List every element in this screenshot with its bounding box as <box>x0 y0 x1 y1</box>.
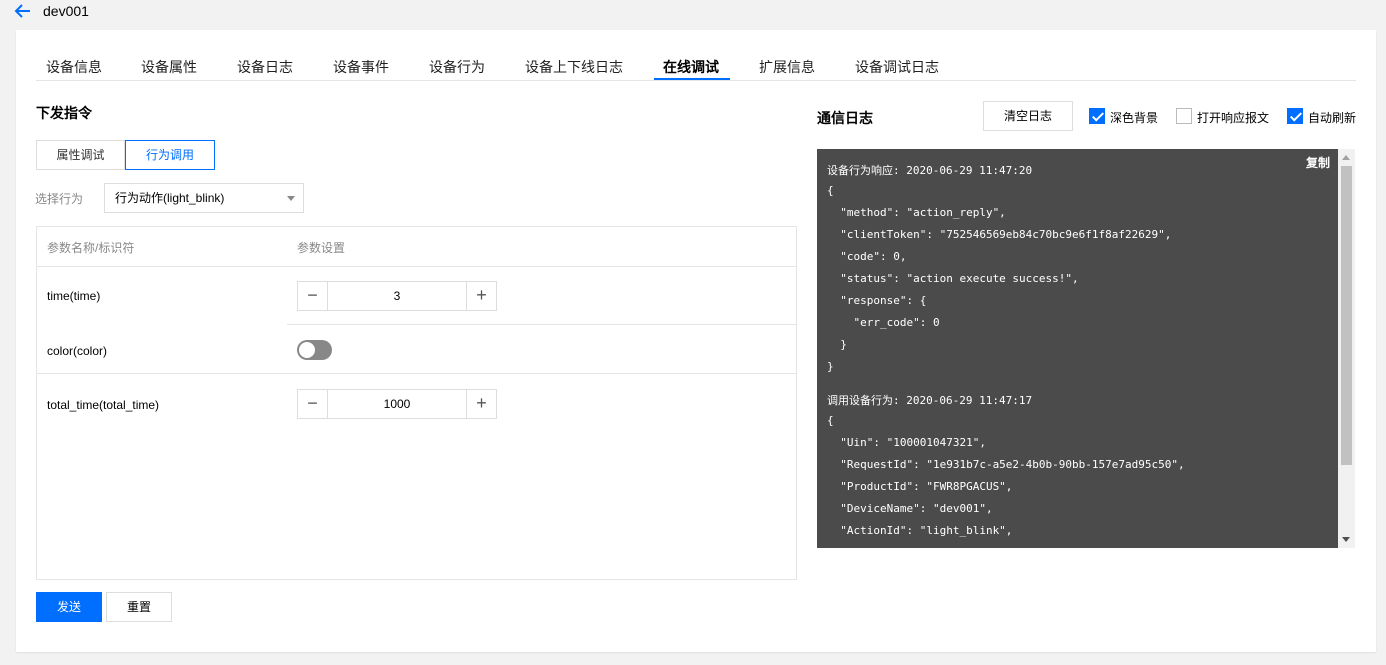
log-line: "status": "action execute success!", <box>827 272 1079 285</box>
log-line: "ProductId": "FWR8PGACUS", <box>827 480 1013 493</box>
auto-refresh-label: 自动刷新 <box>1308 111 1357 125</box>
tab-extended-info[interactable]: 扩展信息 <box>759 57 815 77</box>
log-line: "ActionId": "light_blink", <box>827 524 1013 537</box>
log-line: "DeviceName": "dev001", <box>827 502 993 515</box>
log-line: 设备行为响应: 2020-06-29 11:47:20 <box>827 164 1033 177</box>
decrement-button[interactable]: − <box>298 282 328 310</box>
chevron-down-icon <box>287 196 295 201</box>
increment-button[interactable]: + <box>466 390 496 418</box>
tab-debug-log[interactable]: 设备调试日志 <box>855 57 939 77</box>
total-time-input[interactable] <box>328 390 466 418</box>
tab-online-debug[interactable]: 在线调试 <box>663 57 719 77</box>
tab-device-properties[interactable]: 设备属性 <box>141 57 197 77</box>
param-table: 参数名称/标识符 参数设置 time(time) − + color(color… <box>36 226 797 580</box>
dark-bg-label: 深色背景 <box>1110 111 1159 125</box>
auto-refresh-checkbox[interactable]: 自动刷新 <box>1287 108 1361 125</box>
log-scrollbar[interactable] <box>1338 149 1355 548</box>
clear-log-button[interactable]: 清空日志 <box>983 101 1073 131</box>
divider <box>37 373 796 374</box>
log-line: "err_code": 0 <box>827 316 940 329</box>
action-select-value: 行为动作(light_blink) <box>115 191 225 205</box>
scroll-down-icon[interactable] <box>1342 537 1350 542</box>
param-name-total-time: total_time(total_time) <box>47 398 160 412</box>
tab-bar: 设备信息 设备属性 设备日志 设备事件 设备行为 设备上下线日志 在线调试 扩展… <box>36 50 1356 81</box>
col-header-param-name: 参数名称/标识符 <box>47 241 135 255</box>
checkbox-checked-icon <box>1287 108 1303 124</box>
divider <box>287 324 796 325</box>
log-line: { <box>827 184 834 197</box>
tab-device-logs[interactable]: 设备日志 <box>237 57 293 77</box>
checkbox-unchecked-icon <box>1176 108 1192 124</box>
log-line: "Uin": "100001047321", <box>827 436 986 449</box>
action-select[interactable]: 行为动作(light_blink) <box>104 183 304 213</box>
top-bar: dev001 <box>0 0 1386 26</box>
subtab-action-call[interactable]: 行为调用 <box>125 140 215 170</box>
total-time-stepper: − + <box>297 389 497 419</box>
toggle-knob <box>299 342 315 358</box>
scroll-up-icon[interactable] <box>1342 155 1350 160</box>
show-response-checkbox[interactable]: 打开响应报文 <box>1176 108 1272 125</box>
log-line: "method": "action_reply", <box>827 206 1006 219</box>
divider <box>37 266 796 267</box>
log-line: } <box>827 360 834 373</box>
log-line: { <box>827 414 834 427</box>
decrement-button[interactable]: − <box>298 390 328 418</box>
arrow-left-icon[interactable] <box>14 2 32 20</box>
time-stepper: − + <box>297 281 497 311</box>
col-header-param-setting: 参数设置 <box>297 241 346 255</box>
device-title: dev001 <box>43 3 89 19</box>
tab-device-events[interactable]: 设备事件 <box>333 57 389 77</box>
param-name-time: time(time) <box>47 289 101 303</box>
main-card: 设备信息 设备属性 设备日志 设备事件 设备行为 设备上下线日志 在线调试 扩展… <box>16 30 1376 652</box>
send-button[interactable]: 发送 <box>36 592 102 622</box>
log-line: } <box>827 338 847 351</box>
checkbox-checked-icon <box>1089 108 1105 124</box>
color-toggle[interactable] <box>297 340 332 360</box>
log-line: 调用设备行为: 2020-06-29 11:47:17 <box>827 394 1033 407</box>
increment-button[interactable]: + <box>466 282 496 310</box>
param-name-color: color(color) <box>47 344 108 358</box>
reset-button[interactable]: 重置 <box>106 592 172 622</box>
log-line: "clientToken": "752546569eb84c70bc9e6f1f… <box>827 228 1172 241</box>
log-line: "response": { <box>827 294 927 307</box>
tab-device-actions[interactable]: 设备行为 <box>429 57 485 77</box>
log-section-title: 通信日志 <box>817 110 873 126</box>
log-line: "code": 0, <box>827 250 907 263</box>
log-panel[interactable]: 复制 设备行为响应: 2020-06-29 11:47:20 { "method… <box>817 149 1355 548</box>
tab-online-offline-log[interactable]: 设备上下线日志 <box>525 57 623 77</box>
subtab-property-debug[interactable]: 属性调试 <box>36 140 125 170</box>
dark-bg-checkbox[interactable]: 深色背景 <box>1089 108 1163 125</box>
active-tab-indicator <box>654 78 730 80</box>
command-section-title: 下发指令 <box>36 105 92 121</box>
scrollbar-thumb[interactable] <box>1341 166 1352 465</box>
show-response-label: 打开响应报文 <box>1197 111 1270 125</box>
copy-log-button[interactable]: 复制 <box>1306 154 1330 171</box>
tab-device-info[interactable]: 设备信息 <box>46 57 102 77</box>
time-input[interactable] <box>328 282 466 310</box>
log-line: "RequestId": "1e931b7c-a5e2-4b0b-90bb-15… <box>827 458 1185 471</box>
select-action-label: 选择行为 <box>35 192 84 206</box>
